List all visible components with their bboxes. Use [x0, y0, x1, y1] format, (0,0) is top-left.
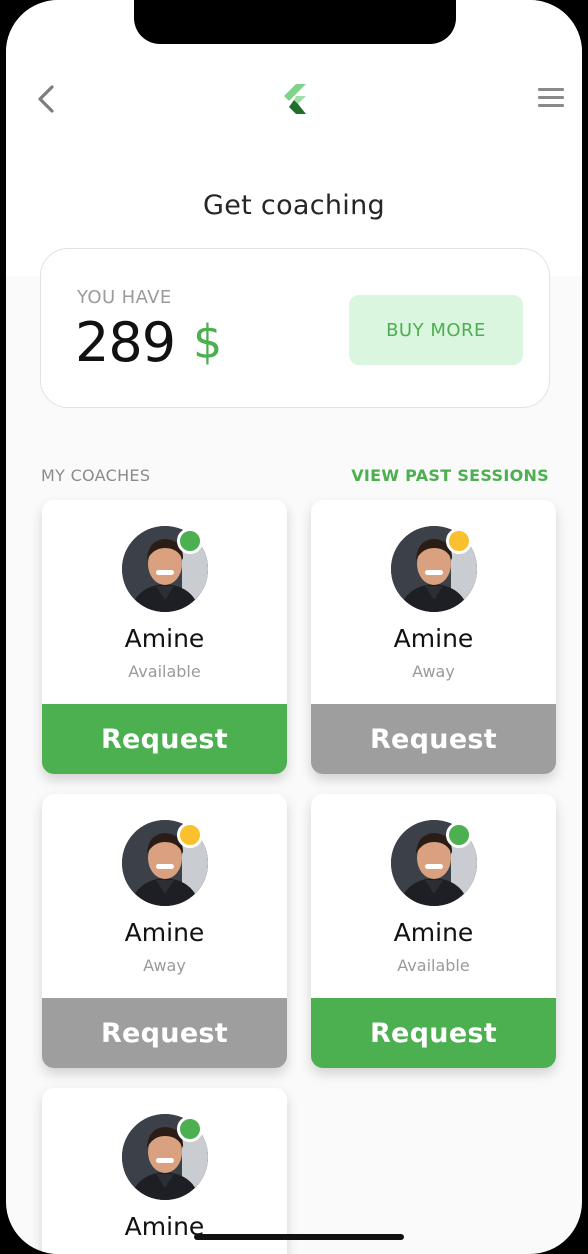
coach-name: Amine [393, 624, 474, 653]
coach-avatar [391, 820, 477, 906]
home-indicator [194, 1234, 404, 1240]
page-title: Get coaching [203, 190, 385, 221]
coach-name: Amine [124, 918, 205, 947]
coach-card[interactable]: Amine Available Request [311, 794, 556, 1068]
coach-card[interactable]: Amine Away Request [311, 500, 556, 774]
coach-avatar [122, 526, 208, 612]
coach-avatar [122, 820, 208, 906]
status-indicator-dot [446, 528, 472, 554]
coach-card[interactable]: Amine Away Request [42, 794, 287, 1068]
view-past-sessions-link[interactable]: VIEW PAST SESSIONS [351, 466, 549, 485]
status-indicator-dot [177, 1116, 203, 1142]
coach-name: Amine [124, 624, 205, 653]
coach-status: Away [143, 956, 186, 975]
coach-avatar [391, 526, 477, 612]
hamburger-menu-button[interactable] [538, 88, 564, 108]
status-indicator-dot [177, 528, 203, 554]
menu-line [538, 104, 564, 107]
chevron-left-icon [38, 85, 54, 113]
coach-card[interactable]: Amine [42, 1088, 287, 1254]
currency-symbol: $ [193, 315, 223, 369]
coach-avatar [122, 1114, 208, 1200]
balance-label: YOU HAVE [77, 287, 172, 308]
balance-amount: 289 [75, 311, 176, 374]
balance-card: YOU HAVE 289 $ BUY MORE [40, 248, 550, 408]
coach-status: Available [128, 662, 201, 681]
request-button[interactable]: Request [42, 998, 287, 1068]
flutter-logo [280, 82, 312, 116]
menu-line [538, 96, 564, 99]
request-button[interactable]: Request [311, 704, 556, 774]
coach-status: Away [412, 662, 455, 681]
buy-more-button[interactable]: BUY MORE [349, 295, 523, 365]
coach-name: Amine [393, 918, 474, 947]
request-button[interactable]: Request [311, 998, 556, 1068]
coach-card[interactable]: Amine Available Request [42, 500, 287, 774]
menu-line [538, 88, 564, 91]
status-indicator-dot [177, 822, 203, 848]
status-indicator-dot [446, 822, 472, 848]
my-coaches-heading: MY COACHES [41, 466, 151, 485]
request-button[interactable]: Request [42, 704, 287, 774]
coach-status: Available [397, 956, 470, 975]
phone-screen: Get coaching YOU HAVE 289 $ BUY MORE MY … [6, 0, 582, 1254]
device-notch [134, 0, 456, 44]
back-button[interactable] [34, 82, 64, 116]
